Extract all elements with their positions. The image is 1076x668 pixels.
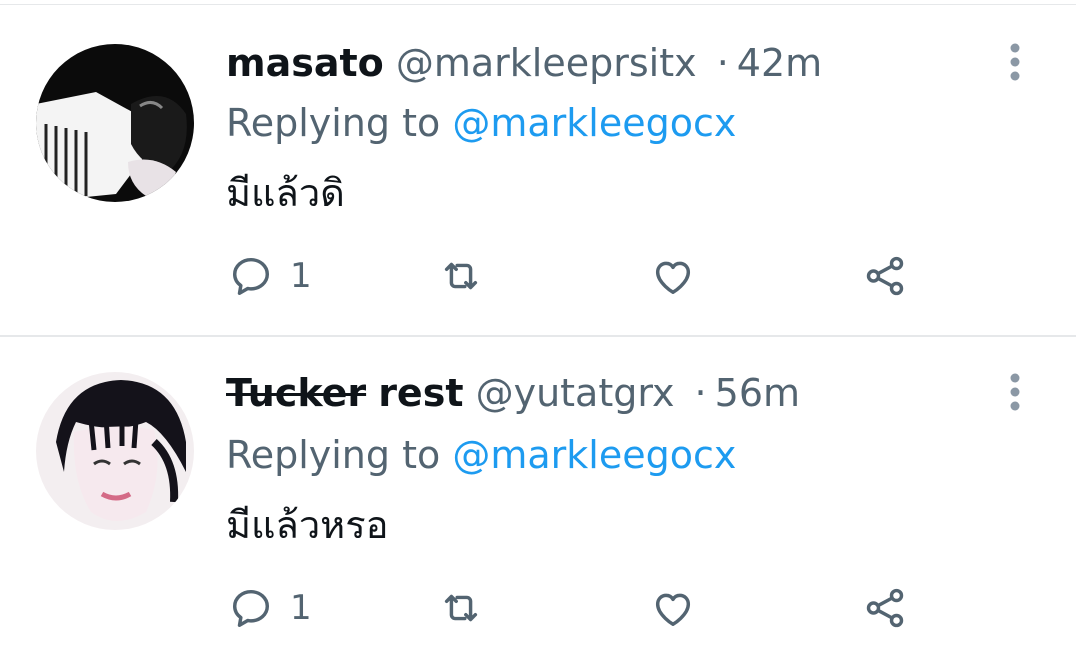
replying-prefix: Replying to bbox=[226, 101, 441, 145]
reply-icon bbox=[232, 257, 270, 295]
reply-icon bbox=[232, 589, 270, 627]
reply-count: 1 bbox=[290, 588, 312, 628]
share-button[interactable] bbox=[862, 252, 908, 300]
like-button[interactable] bbox=[650, 584, 696, 632]
retweet-icon bbox=[444, 594, 478, 622]
tweet-item[interactable]: Tucker rest @yutatgrx · 56m Replying to @… bbox=[0, 338, 1076, 668]
user-handle[interactable]: @markleeprsitx bbox=[396, 41, 697, 85]
timestamp[interactable]: 42m bbox=[737, 41, 822, 85]
user-handle[interactable]: @yutatgrx bbox=[476, 371, 675, 415]
separator-dot: · bbox=[694, 371, 707, 415]
tweet-header: Tucker rest @yutatgrx · 56m bbox=[226, 368, 800, 418]
tweet-text: มีแล้วหรอ bbox=[226, 503, 389, 547]
action-bar: 1 bbox=[228, 584, 928, 632]
retweet-button[interactable] bbox=[438, 584, 484, 632]
reply-button[interactable]: 1 bbox=[228, 584, 312, 632]
display-name[interactable]: rest bbox=[378, 371, 463, 415]
avatar-image bbox=[36, 44, 194, 202]
avatar-image bbox=[36, 372, 194, 530]
tweet-header: masato @markleeprsitx · 42m bbox=[226, 38, 822, 88]
reply-mention-link[interactable]: @markleegocx bbox=[452, 433, 736, 477]
like-button[interactable] bbox=[650, 252, 696, 300]
replying-to-line: Replying to @markleegocx bbox=[226, 98, 736, 148]
avatar[interactable] bbox=[36, 372, 194, 530]
replying-prefix: Replying to bbox=[226, 433, 441, 477]
more-vertical-icon[interactable] bbox=[1002, 40, 1028, 84]
tweet-item[interactable]: masato @markleeprsitx · 42m Replying to @… bbox=[0, 6, 1076, 336]
top-divider bbox=[0, 4, 1076, 5]
share-icon bbox=[866, 588, 904, 628]
avatar[interactable] bbox=[36, 44, 194, 202]
retweet-button[interactable] bbox=[438, 252, 484, 300]
reply-button[interactable]: 1 bbox=[228, 252, 312, 300]
timestamp[interactable]: 56m bbox=[715, 371, 800, 415]
replying-to-line: Replying to @markleegocx bbox=[226, 430, 736, 480]
tweet-text: มีแล้วดิ bbox=[226, 171, 345, 215]
share-icon bbox=[866, 256, 904, 296]
more-vertical-icon[interactable] bbox=[1002, 370, 1028, 414]
display-name-strikethrough[interactable]: Tucker bbox=[226, 371, 366, 415]
retweet-icon bbox=[444, 262, 478, 290]
display-name[interactable]: masato bbox=[226, 41, 384, 85]
reply-mention-link[interactable]: @markleegocx bbox=[452, 101, 736, 145]
reply-count: 1 bbox=[290, 256, 312, 296]
share-button[interactable] bbox=[862, 584, 908, 632]
tweet-divider bbox=[0, 335, 1076, 337]
like-icon bbox=[655, 261, 691, 295]
like-icon bbox=[655, 593, 691, 627]
separator-dot: · bbox=[716, 41, 729, 85]
action-bar: 1 bbox=[228, 252, 928, 300]
